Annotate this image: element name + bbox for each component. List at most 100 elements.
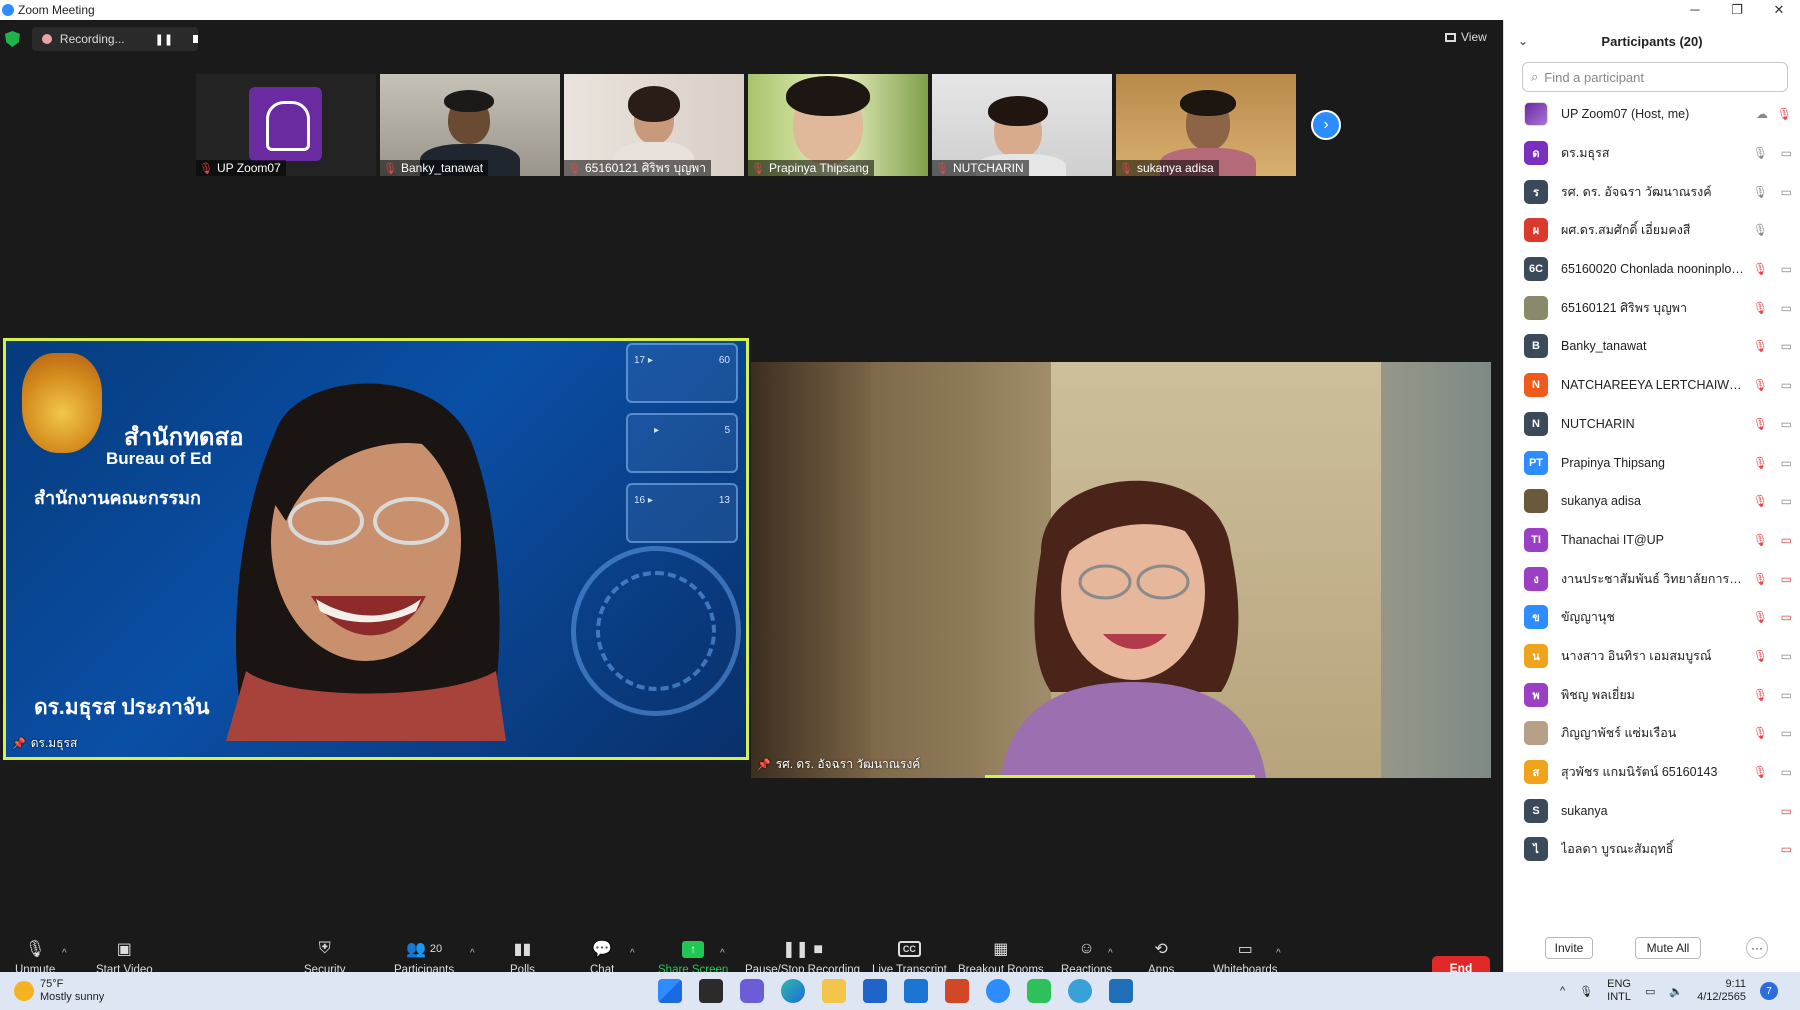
participant-search-input[interactable]: ⌕ Find a participant <box>1522 62 1788 92</box>
spotlight-video[interactable]: 📌 รศ. ดร. อัจฉรา วัฒนาณรงค์ <box>751 362 1491 778</box>
video-thumbnail[interactable]: 🎙︎ 65160121 ศิริพร บุญพา <box>564 74 744 176</box>
participant-row[interactable]: PT Prapinya Thipsang 🎙︎ ▭ <box>1504 443 1800 482</box>
video-thumbnail[interactable]: 🎙︎ sukanya adisa <box>1116 74 1296 176</box>
mic-muted-icon: 🎙︎ <box>1752 339 1768 354</box>
close-button[interactable]: ✕ <box>1758 2 1800 18</box>
pin-icon: 📌 <box>757 759 771 771</box>
volume-icon[interactable]: 🔈 <box>1669 985 1683 998</box>
keyboard-layout: INTL <box>1607 991 1631 1003</box>
restore-button[interactable]: ❐ <box>1716 2 1758 18</box>
share-screen-button[interactable]: ↑ Share Screen <box>658 940 728 976</box>
recording-label: Recording... <box>59 32 125 46</box>
participants-button[interactable]: 👥 20 Participants <box>394 940 454 976</box>
participant-row[interactable]: B Banky_tanawat 🎙︎ ▭ <box>1504 327 1800 366</box>
participant-row[interactable]: N NATCHAREEYA LERTCHAIWEERA... 🎙︎ ▭ <box>1504 366 1800 405</box>
participant-row[interactable]: ด ดร.มธุรส 🎙︎ ▭ <box>1504 134 1800 173</box>
teams-chat-icon[interactable] <box>740 979 764 1003</box>
chat-button[interactable]: 💬 Chat <box>590 940 614 976</box>
participant-avatar <box>1524 489 1548 514</box>
mute-all-button[interactable]: Mute All <box>1635 937 1701 959</box>
security-button[interactable]: ⛨ Security <box>304 940 346 976</box>
participant-name: ขัญญานุช <box>1561 610 1615 625</box>
participant-row[interactable]: ผ ผศ.ดร.สมศักดิ์ เอี่ยมคงสี 🎙︎ <box>1504 211 1800 250</box>
polls-button[interactable]: ▮▮ Polls <box>510 940 535 976</box>
invite-button[interactable]: Invite <box>1545 937 1593 959</box>
participant-row[interactable]: น นางสาว อินทิรา เอมสมบูรณ์ 🎙︎ ▭ <box>1504 637 1800 676</box>
video-name-label: รศ. ดร. อัจฉรา วัฒนาณรงค์ <box>775 757 921 771</box>
reactions-options-caret[interactable]: ^ <box>1108 948 1113 959</box>
participant-name: 65160121 ศิริพร บุญพา <box>1561 300 1688 315</box>
bureau-seal-icon <box>22 353 102 453</box>
participant-name: NATCHAREEYA LERTCHAIWEERA... <box>1561 378 1746 393</box>
weather-widget[interactable]: 75°F Mostly sunny <box>14 978 104 1004</box>
view-button[interactable]: View <box>1445 30 1487 44</box>
video-off-icon: ▭ <box>1780 803 1792 818</box>
mic-muted-icon: 🎙︎ <box>1752 726 1768 741</box>
tray-overflow-icon[interactable]: ^ <box>1560 985 1565 997</box>
video-thumbnail[interactable]: 🎙︎ NUTCHARIN <box>932 74 1112 176</box>
stop-recording-icon[interactable] <box>193 35 198 43</box>
powerpoint-icon[interactable] <box>945 979 969 1003</box>
video-thumbnail[interactable]: 🎙︎ Prapinya Thipsang <box>748 74 928 176</box>
globe-app-icon[interactable] <box>1068 979 1092 1003</box>
next-page-button[interactable]: › <box>1311 110 1341 140</box>
file-explorer-icon[interactable] <box>822 979 846 1003</box>
zoom-icon[interactable] <box>986 979 1010 1003</box>
participant-row[interactable]: 65160121 ศิริพร บุญพา 🎙︎ ▭ <box>1504 288 1800 327</box>
participant-name: Thanachai IT@UP <box>1561 532 1665 547</box>
video-thumbnail[interactable]: 🎙︎ UP Zoom07 <box>196 74 376 176</box>
video-off-icon: ▭ <box>1780 842 1792 857</box>
language-indicator[interactable]: ENG INTL <box>1607 978 1631 1004</box>
participant-row[interactable]: ส สุวพัชร แกมนิรัตน์ 65160143 🎙︎ ▭ <box>1504 753 1800 792</box>
participant-row[interactable]: พ พิชญ พลเยี่ยม 🎙︎ ▭ <box>1504 675 1800 714</box>
start-video-button[interactable]: ▣ Start Video <box>96 940 153 976</box>
mic-muted-icon: 🎙︎ <box>1776 107 1792 122</box>
minimize-button[interactable]: ─ <box>1674 2 1716 18</box>
participant-row[interactable]: ไ ไอลดา บูรณะสัมฤทธิ์ ▭ <box>1504 830 1800 869</box>
microphone-tray-icon[interactable]: 🎙︎ <box>1579 985 1593 998</box>
store-icon[interactable] <box>863 979 887 1003</box>
more-options-button[interactable]: ··· <box>1746 937 1768 959</box>
participant-row[interactable]: Ssukanya ▭ <box>1504 791 1800 830</box>
participant-row[interactable]: TI Thanachai IT@UP 🎙︎ ▭ <box>1504 521 1800 560</box>
video-name-label: ดร.มธุรส <box>30 736 78 750</box>
unmute-button[interactable]: 🎙︎ Unmute <box>15 940 55 976</box>
live-transcript-button[interactable]: CC Live Transcript <box>872 940 947 976</box>
participant-row[interactable]: ง งานประชาสัมพันธ์ วิทยาลัยการจัดการ 🎙︎ ▭ <box>1504 559 1800 598</box>
encryption-shield-icon[interactable] <box>5 31 20 47</box>
pin-icon: 📌 <box>12 738 26 750</box>
line-app-icon[interactable] <box>1027 979 1051 1003</box>
windows-start-icon[interactable] <box>658 979 682 1003</box>
video-thumbnail[interactable]: 🎙︎ Banky_tanawat <box>380 74 560 176</box>
participant-row[interactable]: UP Zoom07 (Host, me) ☁ 🎙︎ <box>1504 95 1800 134</box>
collapse-chevron-icon[interactable]: ⌄ <box>1518 34 1528 48</box>
whiteboards-button[interactable]: ▭ Whiteboards <box>1213 940 1278 976</box>
chat-options-caret[interactable]: ^ <box>630 948 635 959</box>
participants-options-caret[interactable]: ^ <box>470 948 475 959</box>
reactions-button[interactable]: ☺ Reactions <box>1061 940 1112 976</box>
pause-recording-icon[interactable]: ❚❚ <box>155 33 173 46</box>
whiteboard-options-caret[interactable]: ^ <box>1276 948 1281 959</box>
participant-row[interactable]: N NUTCHARIN 🎙︎ ▭ <box>1504 405 1800 444</box>
task-view-icon[interactable] <box>699 979 723 1003</box>
apps-button[interactable]: ⟲ Apps <box>1148 940 1174 976</box>
participant-row[interactable]: ข ขัญญานุช 🎙︎ ▭ <box>1504 598 1800 637</box>
active-speaker-video[interactable]: สำนักทดสอ Bureau of Ed สำนักงานคณะกรรมก … <box>3 338 749 760</box>
edge-browser-icon[interactable] <box>781 979 805 1003</box>
breakout-rooms-button[interactable]: ▦ Breakout Rooms <box>958 940 1044 976</box>
clock[interactable]: 9:11 4/12/2565 <box>1697 978 1746 1004</box>
photos-icon[interactable] <box>1109 979 1133 1003</box>
panel-number: 13 <box>718 495 730 506</box>
participant-row[interactable]: ร รศ. ดร. อัจฉรา วัฒนาณรงค์ 🎙︎ ▭ <box>1504 172 1800 211</box>
participant-row[interactable]: sukanya adisa 🎙︎ ▭ <box>1504 482 1800 521</box>
pause-stop-recording-button[interactable]: ❚❚ ■ Pause/Stop Recording <box>745 940 860 976</box>
participant-row[interactable]: 6C 65160020 Chonlada nooninplod... 🎙︎ ▭ <box>1504 250 1800 289</box>
mail-icon[interactable] <box>904 979 928 1003</box>
notification-badge[interactable]: 7 <box>1760 982 1779 1000</box>
participant-row[interactable]: ภิญญาพัชร์ แซ่มเรือน 🎙︎ ▭ <box>1504 714 1800 753</box>
closed-caption-icon: CC <box>897 941 921 957</box>
network-icon[interactable]: ▭ <box>1645 985 1655 998</box>
chevron-right-icon: › <box>1323 116 1329 133</box>
share-options-caret[interactable]: ^ <box>720 948 725 959</box>
audio-options-caret[interactable]: ^ <box>62 948 67 959</box>
